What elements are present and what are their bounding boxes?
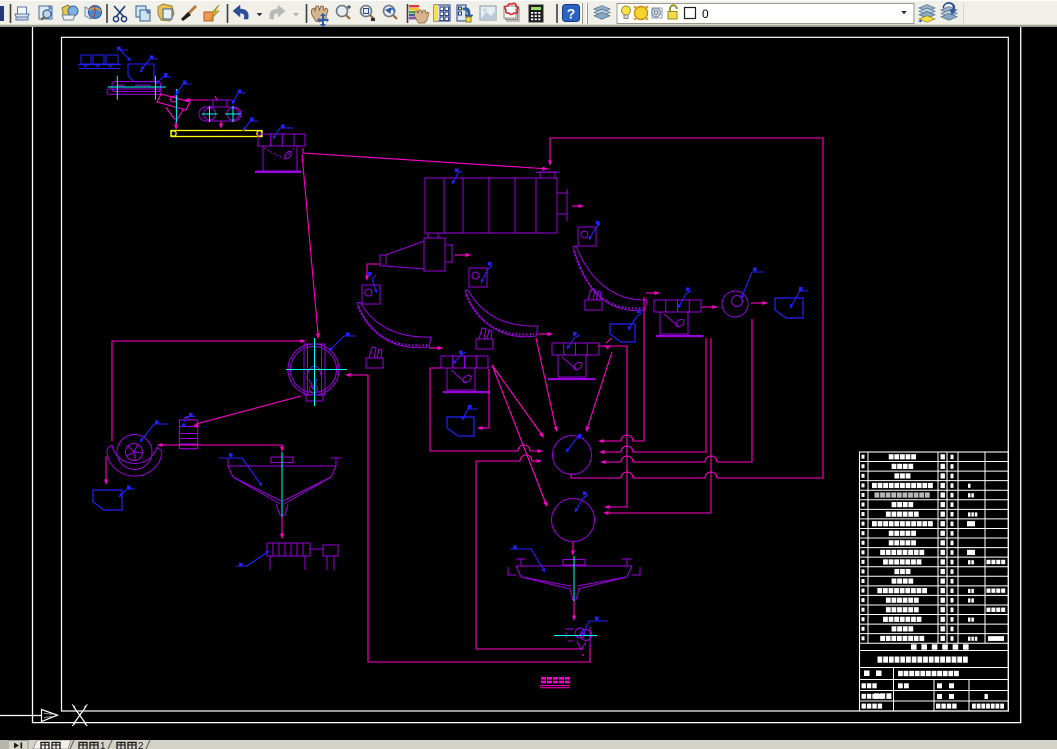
svg-text:1: 1 [100,741,106,749]
svg-text:?: ? [567,6,576,22]
svg-text:2: 2 [138,741,144,749]
svg-text:0: 0 [702,7,709,21]
